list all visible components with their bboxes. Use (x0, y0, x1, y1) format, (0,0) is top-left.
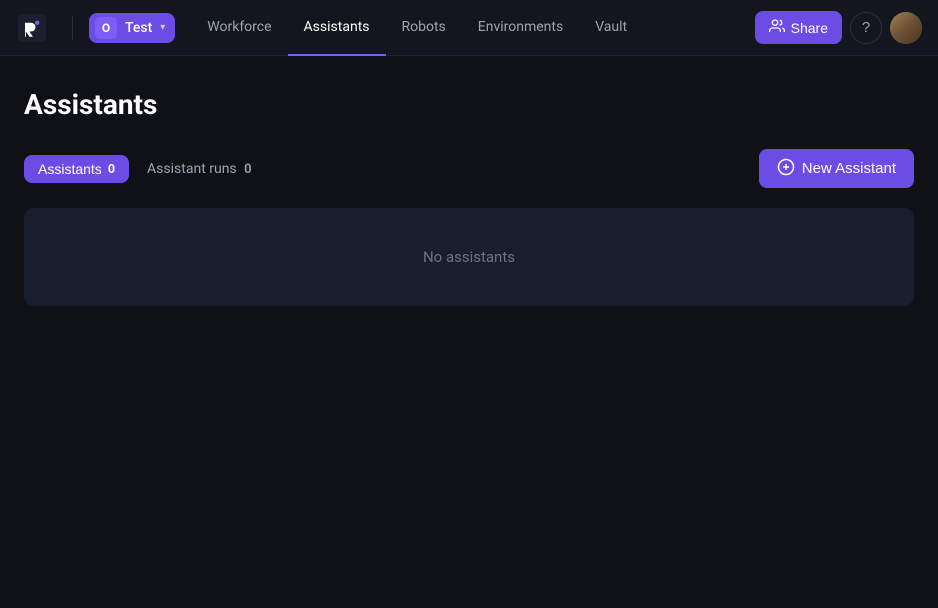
nav-divider (72, 16, 73, 40)
new-assistant-button[interactable]: New Assistant (759, 149, 914, 188)
empty-state-message: No assistants (423, 248, 515, 266)
nav-link-environments[interactable]: Environments (462, 0, 579, 56)
share-button[interactable]: Share (755, 11, 842, 44)
tab-runs-label: Assistant runs (147, 161, 237, 177)
tabs-bar: Assistants 0 Assistant runs 0 New Assist… (24, 149, 914, 188)
chevron-down-icon: ▾ (160, 22, 165, 33)
tab-assistants[interactable]: Assistants 0 (24, 155, 129, 183)
tab-assistants-label: Assistants (38, 161, 102, 177)
tab-runs-count: 0 (244, 162, 251, 177)
avatar[interactable] (890, 12, 922, 44)
app-logo (16, 12, 48, 44)
nav-link-assistants[interactable]: Assistants (288, 0, 386, 56)
help-icon: ? (862, 19, 870, 36)
tab-assistants-count: 0 (108, 161, 115, 176)
new-assistant-label: New Assistant (802, 160, 896, 177)
share-label: Share (791, 20, 828, 36)
share-icon (769, 18, 785, 37)
empty-state: No assistants (24, 208, 914, 306)
main-content: Assistants Assistants 0 Assistant runs 0 (0, 56, 938, 338)
workspace-selector[interactable]: O Test ▾ (89, 13, 175, 43)
workspace-initial: O (95, 17, 117, 39)
help-button[interactable]: ? (850, 12, 882, 44)
nav-links: Workforce Assistants Robots Environments… (191, 0, 746, 56)
plus-circle-icon (777, 158, 795, 179)
navbar-right: Share ? (755, 11, 922, 44)
nav-link-vault[interactable]: Vault (579, 0, 643, 56)
navbar: O Test ▾ Workforce Assistants Robots Env… (0, 0, 938, 56)
page-title: Assistants (24, 88, 914, 121)
workspace-name: Test (125, 20, 152, 36)
tabs-left: Assistants 0 Assistant runs 0 (24, 155, 266, 183)
nav-link-robots[interactable]: Robots (386, 0, 462, 56)
nav-link-workforce[interactable]: Workforce (191, 0, 287, 56)
tab-assistant-runs[interactable]: Assistant runs 0 (133, 155, 266, 183)
avatar-image (890, 12, 922, 44)
